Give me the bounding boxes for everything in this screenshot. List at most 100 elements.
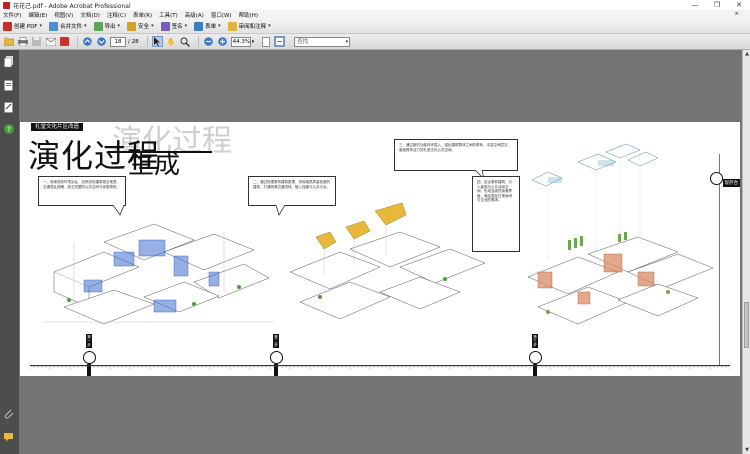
minimize-button[interactable]: —	[684, 0, 706, 10]
email-icon	[45, 37, 56, 46]
menu-view[interactable]: 视图(V)	[54, 11, 73, 19]
signatures-icon[interactable]	[4, 102, 14, 113]
restore-button[interactable]: ❐	[706, 0, 728, 10]
menu-tools[interactable]: 工具(T)	[159, 11, 178, 19]
callout-step3: 三、通过新的功能体块插入，强化建筑群体之间的联系，丰富空间层次，营造具有活力的礼…	[394, 139, 518, 171]
vertical-scrollbar[interactable]: ▲ ▼	[742, 50, 750, 454]
secure-label: 安全	[138, 24, 150, 30]
bookmarks-icon[interactable]	[4, 80, 14, 91]
select-tool-button[interactable]	[151, 36, 163, 47]
zoom-in-icon	[217, 37, 227, 46]
acrobat-icon	[60, 37, 69, 46]
combine-files-label: 合并文件	[59, 24, 82, 30]
toolbar-separator	[197, 36, 199, 47]
cursor-icon	[154, 37, 161, 46]
menu-advanced[interactable]: 高级(A)	[185, 11, 204, 19]
menu-comments[interactable]: 注释(C)	[107, 11, 126, 19]
chevron-down-icon: ▾	[345, 38, 349, 45]
menu-help[interactable]: 帮助(H)	[239, 11, 258, 19]
chevron-down-icon: ▾	[218, 23, 221, 29]
zoom-in-button[interactable]	[217, 36, 228, 47]
acrobat-app-icon	[3, 1, 10, 9]
menu-bar: 文件(F) 编辑(E) 视图(V) 文档(D) 注释(C) 表单(R) 工具(T…	[0, 10, 750, 19]
fit-width-icon	[275, 37, 284, 46]
zoom-out-button[interactable]	[203, 36, 214, 47]
forms-icon	[194, 21, 204, 31]
menu-window[interactable]: 窗口(W)	[211, 11, 232, 19]
sign-button[interactable]: 签名 ▾	[160, 21, 188, 31]
combine-files-icon	[48, 21, 58, 31]
marquee-zoom-button[interactable]	[180, 36, 191, 47]
scroll-thumb[interactable]	[744, 302, 749, 348]
zoom-out-icon	[203, 37, 213, 46]
help-icon[interactable]: ?	[4, 124, 14, 135]
attachments-icon[interactable]	[4, 408, 14, 419]
create-pdf-button[interactable]: 创建 PDF ▾	[3, 21, 42, 31]
chevron-down-icon: ▾	[39, 23, 42, 29]
window-title: 花花己.pdf - Adobe Acrobat Professional	[13, 2, 131, 10]
chevron-down-icon: ▾	[184, 23, 188, 29]
step-node-1	[83, 351, 96, 364]
navigation-toolbar: 18 / 28 ✋ 44.3% ▾ 查找 ▾	[0, 34, 750, 50]
email-button[interactable]	[45, 36, 56, 47]
section-badge: 礼堂文化片区改造	[31, 123, 84, 131]
combine-files-button[interactable]: 合并文件 ▾	[48, 21, 87, 31]
toolbar-separator	[77, 36, 78, 47]
close-document-button[interactable]: ×	[734, 10, 739, 19]
export-button[interactable]: 导出 ▾	[93, 21, 121, 31]
step-node-2	[270, 351, 283, 364]
forms-button[interactable]: 表单 ▾	[194, 21, 221, 31]
chevron-down-icon: ▾	[117, 23, 121, 29]
comments-icon[interactable]	[4, 432, 14, 443]
window-controls: — ❐ ✕	[684, 0, 750, 10]
chevron-down-icon: ▾	[151, 23, 154, 29]
previous-page-button[interactable]	[82, 36, 93, 47]
arrow-down-icon	[97, 37, 106, 46]
lock-icon	[127, 21, 137, 31]
page-subtitle: 生成	[128, 150, 181, 180]
open-button[interactable]	[3, 36, 14, 47]
step-label-3: 第三步	[532, 334, 538, 348]
pen-icon	[160, 21, 170, 31]
drawing-step3	[527, 143, 714, 325]
zoom-level-input[interactable]: 44.3%	[230, 36, 251, 47]
drawing-step2	[289, 202, 486, 320]
next-page-button[interactable]	[96, 36, 107, 47]
step-label-2: 第二步	[273, 334, 279, 348]
menu-document[interactable]: 文档(D)	[80, 11, 100, 19]
chevron-down-icon: ▾	[268, 23, 271, 29]
zoom-select-icon	[180, 37, 191, 47]
secure-button[interactable]: 安全 ▾	[127, 21, 154, 31]
menu-file[interactable]: 文件(F)	[3, 11, 21, 19]
pages-icon[interactable]	[4, 56, 14, 67]
search-input[interactable]: 查找 ▾	[294, 36, 351, 47]
export-label: 导出	[104, 24, 116, 30]
page-number-input[interactable]: 18	[110, 36, 126, 47]
svg-text:?: ?	[7, 126, 11, 134]
save-button[interactable]	[31, 36, 42, 47]
chevron-down-icon: ▾	[84, 23, 87, 29]
title-bar: 花花己.pdf - Adobe Acrobat Professional — ❐…	[0, 0, 750, 10]
pdf-page: 礼堂文化片区改造 演化过程 演化过程 生成 一、场地现状环境杂乱，无秩序的建筑相…	[20, 122, 740, 376]
sign-label: 签名	[171, 24, 183, 30]
menu-edit[interactable]: 编辑(E)	[28, 11, 47, 19]
chevron-down-icon[interactable]: ▾	[252, 39, 255, 45]
hand-tool-button[interactable]: ✋	[166, 36, 177, 47]
callout-step1: 一、场地现状环境杂乱，无秩序的建筑相互堆叠，交通混乱拥堵，缺乏完整的公共空间与休…	[38, 176, 126, 206]
fit-page-button[interactable]	[260, 36, 271, 47]
review-comment-button[interactable]: 审阅和注释 ▾	[227, 21, 271, 31]
scroll-up-icon[interactable]: ▲	[743, 50, 750, 58]
menu-forms[interactable]: 表单(R)	[133, 11, 152, 19]
printer-icon	[17, 37, 28, 46]
acrobat-button[interactable]	[59, 36, 70, 47]
navigation-panel: ?	[0, 50, 19, 454]
drawing-step1	[44, 223, 274, 325]
fit-page-icon	[261, 36, 270, 47]
timeline-ruler	[30, 365, 730, 370]
close-window-button[interactable]: ✕	[728, 0, 750, 10]
review-comment-label: 审阅和注释	[238, 24, 267, 30]
step-node-3	[529, 351, 542, 364]
scroll-down-icon[interactable]: ▼	[743, 446, 750, 454]
print-button[interactable]	[17, 36, 28, 47]
fit-width-button[interactable]	[274, 36, 286, 47]
